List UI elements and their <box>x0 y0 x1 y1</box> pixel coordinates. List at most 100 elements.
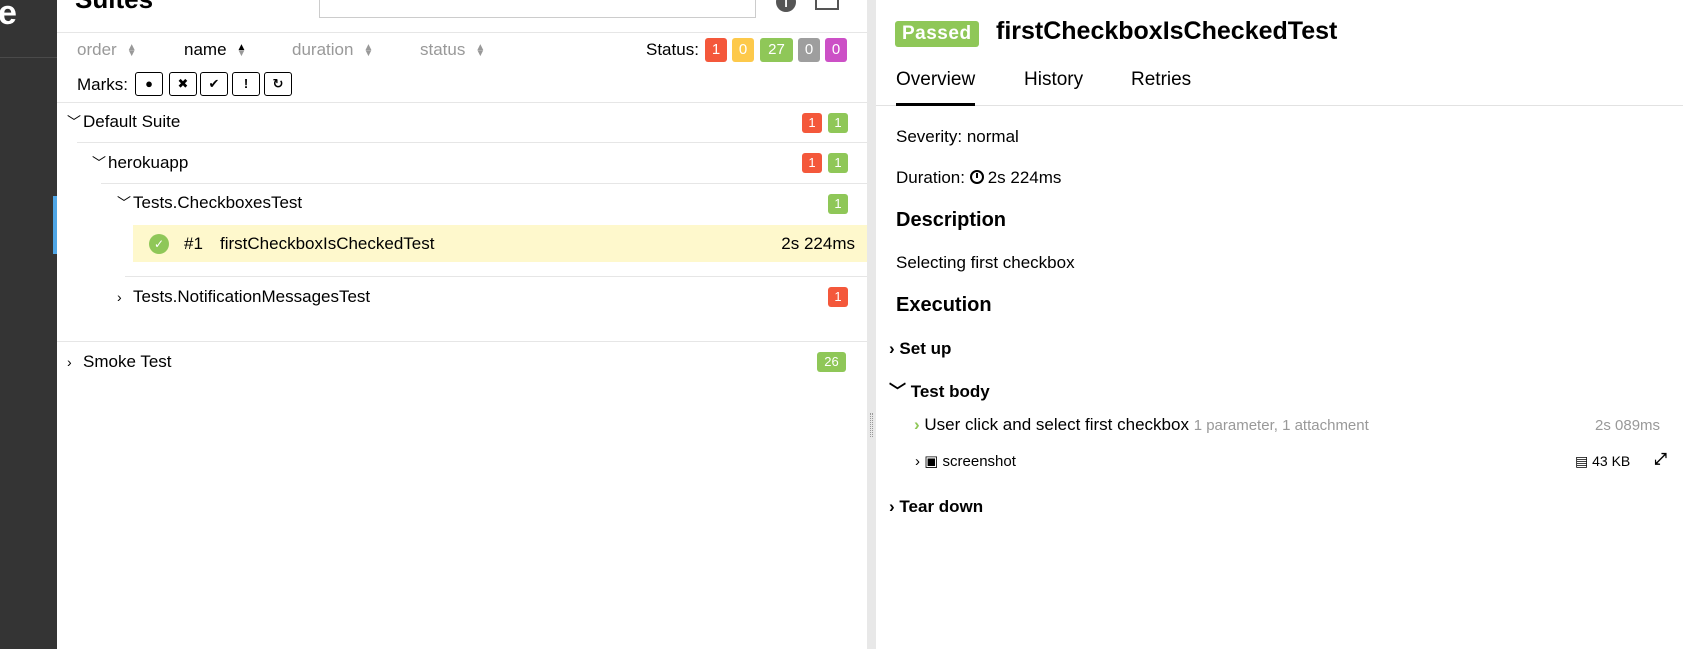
pane-title: Suites <box>75 0 153 15</box>
test-body-label: Test body <box>910 382 990 401</box>
search-input[interactable] <box>319 0 756 18</box>
new-broken-icon[interactable]: ! <box>232 72 260 96</box>
failed-count-badge: 1 <box>802 153 822 173</box>
setup-label: Set up <box>899 339 952 358</box>
sort-label: name <box>184 40 227 59</box>
teardown-section[interactable]: › Tear down <box>889 497 983 517</box>
step-duration: 2s 089ms <box>1595 417 1661 434</box>
brand-logo-fragment: e <box>0 0 17 32</box>
divider <box>125 276 867 277</box>
tree-node-label: herokuapp <box>108 153 189 172</box>
pane-splitter[interactable] <box>867 0 876 649</box>
chevron-down-icon: ﹀ <box>117 195 131 211</box>
sidebar: e <box>0 0 57 649</box>
test-title: firstCheckboxIsCheckedTest <box>996 17 1338 45</box>
passed-count-badge: 1 <box>828 194 848 214</box>
divider <box>77 142 867 143</box>
clock-icon <box>969 170 984 184</box>
tree-node-label: Tests.CheckboxesTest <box>133 193 303 212</box>
failed-count-badge: 1 <box>828 287 848 307</box>
marks-label: Marks: <box>77 75 128 94</box>
attachment-name: screenshot <box>942 453 1016 470</box>
setup-section[interactable]: › Set up <box>889 339 951 359</box>
tab-retries[interactable]: Retries <box>1131 69 1191 103</box>
divider <box>57 341 867 342</box>
image-icon: ▣ <box>924 453 939 470</box>
status-badge: Passed <box>895 21 979 47</box>
test-number: #1 <box>184 234 203 253</box>
new-failed-icon[interactable]: ✖ <box>169 72 197 96</box>
step-row[interactable]: › User click and select first checkbox 1… <box>914 415 1369 435</box>
allure-report: e Suites i order ▲▼ name ▲▼ duration ▲▼ sta… <box>0 0 1683 649</box>
chevron-right-icon: › <box>915 453 920 470</box>
divider <box>101 183 867 184</box>
new-passed-icon[interactable]: ✔ <box>200 72 228 96</box>
duration: Duration: 2s 224ms <box>896 168 1061 188</box>
download-icon[interactable] <box>815 0 839 10</box>
tree-node-label: Default Suite <box>83 112 181 131</box>
severity: Severity: normal <box>896 127 1019 146</box>
expand-icon[interactable]: ⤢ <box>1654 451 1667 469</box>
test-body-section[interactable]: ﹀ Test body <box>889 377 990 402</box>
attachment-size-value: 43 KB <box>1592 453 1631 469</box>
description-text: Selecting first checkbox <box>896 253 1075 272</box>
sort-arrows-icon: ▲ ▼ <box>363 41 374 59</box>
status-passed-toggle[interactable]: 27 <box>760 38 793 62</box>
step-label: User click and select first checkbox <box>924 415 1189 434</box>
chevron-down-icon: ﹀ <box>889 382 906 401</box>
tree-node-notification-messages-test[interactable]: › Tests.NotificationMessagesTest <box>117 287 370 307</box>
failed-count-badge: 1 <box>802 113 822 133</box>
sort-label: duration <box>292 40 354 59</box>
chevron-right-icon: › <box>67 354 72 370</box>
sort-arrows-icon: ▲ ▼ <box>126 41 137 59</box>
retries-icon[interactable]: ↻ <box>264 72 292 96</box>
status-filter-label: Status: <box>646 40 699 59</box>
divider <box>57 32 867 33</box>
execution-heading: Execution <box>896 294 992 316</box>
attachment-row[interactable]: › ▣ screenshot <box>915 452 1016 470</box>
chevron-right-icon: › <box>914 415 920 434</box>
tree-node-smoke-test[interactable]: › Smoke Test <box>67 352 172 372</box>
chevron-right-icon: › <box>889 339 895 358</box>
chevron-right-icon: › <box>117 289 122 305</box>
test-duration: 2s 224ms <box>781 234 855 253</box>
duration-label: Duration: <box>896 168 965 187</box>
sort-arrows-icon: ▲ ▼ <box>236 41 247 59</box>
chevron-right-icon: › <box>889 497 895 516</box>
info-icon[interactable]: i <box>776 0 796 12</box>
sort-by-duration[interactable]: duration ▲ ▼ <box>292 40 373 60</box>
tree-node-label: Tests.NotificationMessagesTest <box>133 287 371 306</box>
passed-count-badge: 1 <box>828 153 848 173</box>
chevron-down-icon: ﹀ <box>67 114 81 130</box>
passed-status-icon: ✓ <box>149 234 169 254</box>
teardown-label: Tear down <box>899 497 984 516</box>
status-failed-toggle[interactable]: 1 <box>705 38 727 62</box>
sort-label: order <box>77 40 117 59</box>
flaky-bomb-icon[interactable]: ● <box>135 72 163 96</box>
save-icon: ▤ <box>1575 453 1589 469</box>
attachment-size: ▤ 43 KB <box>1575 453 1630 470</box>
status-broken-toggle[interactable]: 0 <box>732 38 754 62</box>
status-skipped-toggle[interactable]: 0 <box>798 38 820 62</box>
sort-by-status[interactable]: status ▲ ▼ <box>420 40 485 60</box>
tree-node-herokuapp[interactable]: ﹀ herokuapp <box>92 153 188 173</box>
tree-node-label: Smoke Test <box>83 352 172 371</box>
sort-by-name[interactable]: name ▲ ▼ <box>184 40 246 60</box>
sort-arrows-icon: ▲ ▼ <box>475 41 486 59</box>
tree-node-checkboxes-test[interactable]: ﹀ Tests.CheckboxesTest <box>117 193 302 213</box>
chevron-down-icon: ﹀ <box>92 155 106 171</box>
tab-history[interactable]: History <box>1024 69 1083 103</box>
detail-tabs: Overview History Retries <box>876 64 1683 106</box>
sort-label: status <box>420 40 466 59</box>
suites-pane: Suites i order ▲▼ name ▲▼ duration ▲▼ statu… <box>57 0 867 649</box>
divider <box>57 102 867 103</box>
sort-by-order[interactable]: order ▲ ▼ <box>77 40 137 60</box>
test-name: firstCheckboxIsCheckedTest <box>220 234 435 253</box>
splitter-grip-icon[interactable] <box>870 413 873 437</box>
sidebar-divider <box>0 57 57 58</box>
test-case-row-selected[interactable]: ✓ #1 firstCheckboxIsCheckedTest 2s 224ms <box>133 225 867 262</box>
status-unknown-toggle[interactable]: 0 <box>825 38 847 62</box>
description-heading: Description <box>896 209 1007 231</box>
tree-node-default-suite[interactable]: ﹀ Default Suite <box>67 112 180 132</box>
tab-overview[interactable]: Overview <box>896 69 976 106</box>
